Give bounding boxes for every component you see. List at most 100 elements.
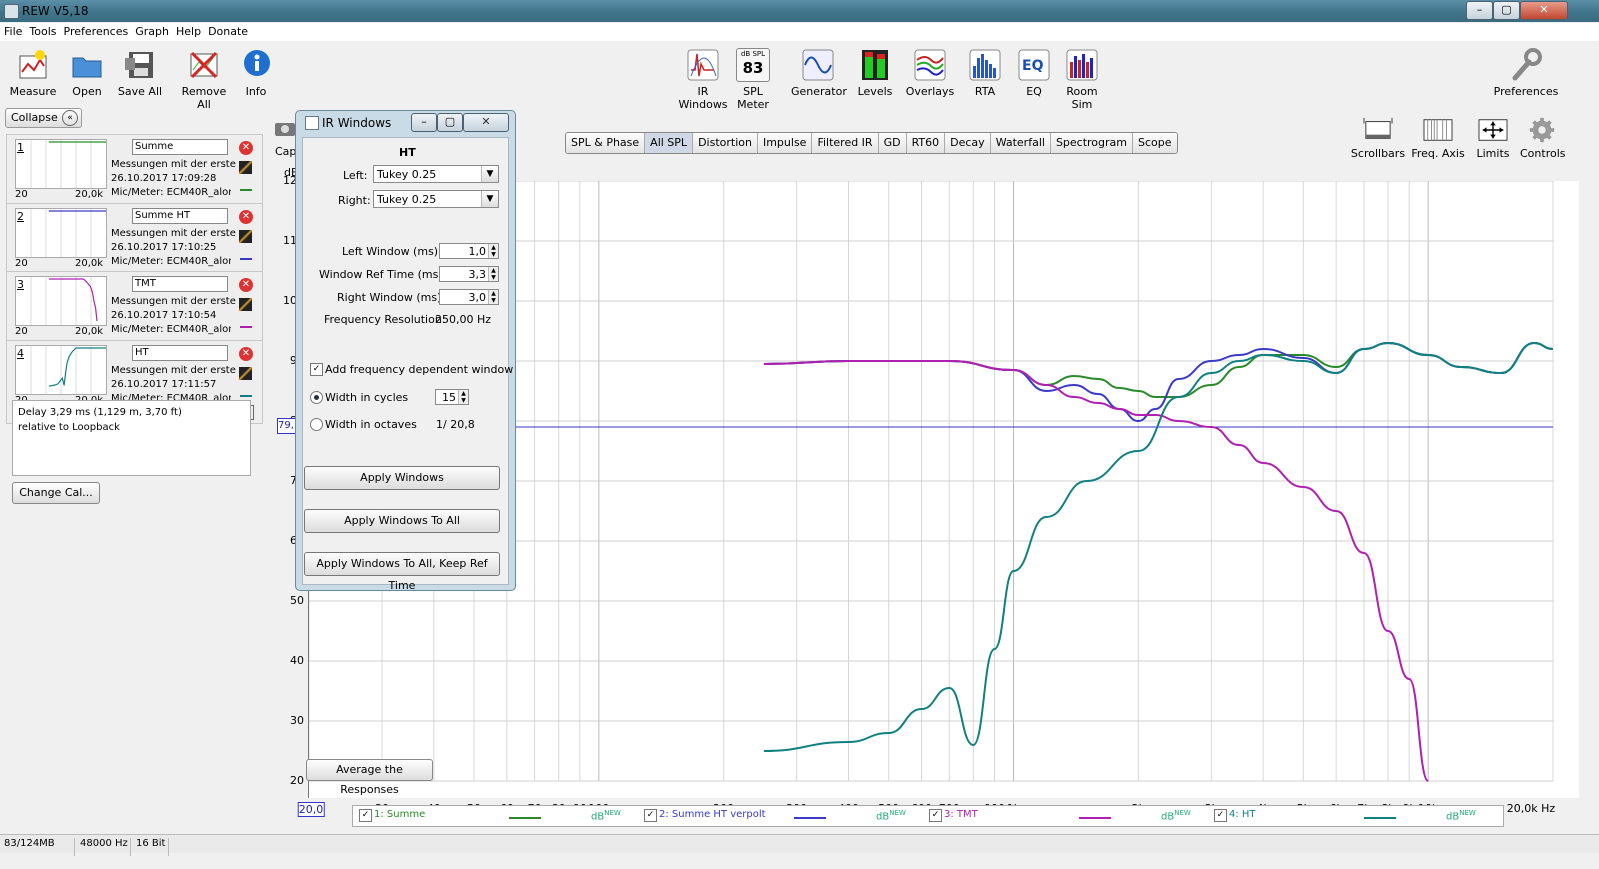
measurement-name-field[interactable]: HT bbox=[132, 345, 228, 361]
rta-button[interactable]: RTA bbox=[966, 48, 1004, 98]
tab-rt60[interactable]: RT60 bbox=[906, 133, 946, 153]
spinner-arrows-icon[interactable]: ▲ ▼ bbox=[458, 390, 468, 404]
fdw-checkbox[interactable]: ✓ bbox=[310, 363, 323, 376]
menu-help[interactable]: Help bbox=[176, 25, 201, 38]
menu-preferences[interactable]: Preferences bbox=[64, 25, 129, 38]
legend-db: dBNEW bbox=[1161, 809, 1191, 823]
measurement-thumbnail[interactable] bbox=[15, 208, 107, 258]
measurement-name-field[interactable]: Summe bbox=[132, 139, 228, 155]
menu-graph[interactable]: Graph bbox=[135, 25, 169, 38]
freq-axis-button[interactable]: Freq. Axis bbox=[1409, 116, 1467, 160]
delete-measurement-icon[interactable]: ✕ bbox=[239, 210, 253, 224]
limits-button[interactable]: Limits bbox=[1472, 116, 1514, 160]
measurement-thumbnail[interactable] bbox=[15, 276, 107, 326]
controls-button[interactable]: Controls bbox=[1520, 116, 1566, 160]
tab-impulse[interactable]: Impulse bbox=[757, 133, 813, 153]
info-button[interactable]: Info bbox=[240, 48, 272, 98]
width-octaves-radio[interactable] bbox=[310, 418, 323, 431]
dialog-close-button[interactable]: ✕ bbox=[463, 113, 509, 132]
eq-button[interactable]: EQ EQ bbox=[1015, 48, 1053, 98]
dialog-minimize-button[interactable]: – bbox=[411, 113, 437, 132]
measure-button[interactable]: Measure bbox=[8, 48, 58, 98]
tab-spl-phase[interactable]: SPL & Phase bbox=[566, 133, 646, 153]
average-responses-button[interactable]: Average the Responses bbox=[306, 759, 433, 796]
measurement-item[interactable]: 3 20 20,0k TMT Messungen mit der erste 26.10.… bbox=[6, 271, 263, 341]
legend-checkbox[interactable]: ✓ bbox=[644, 809, 657, 822]
window-ref-time-input[interactable]: 3,3 ▲ ▼ bbox=[439, 266, 499, 282]
dialog-title-bar[interactable]: IR Windows – ▢ ✕ bbox=[296, 111, 515, 133]
tab-waterfall[interactable]: Waterfall bbox=[990, 133, 1051, 153]
color-pen-icon[interactable] bbox=[240, 385, 252, 397]
capture-icon[interactable] bbox=[273, 118, 297, 138]
measurement-thumbnail[interactable] bbox=[15, 139, 107, 189]
tab-filtered-ir[interactable]: Filtered IR bbox=[812, 133, 879, 153]
change-cal-button[interactable]: Change Cal... bbox=[12, 482, 100, 504]
menu-donate[interactable]: Donate bbox=[208, 25, 248, 38]
delete-measurement-icon[interactable]: ✕ bbox=[239, 347, 253, 361]
remove-all-button[interactable]: Remove All bbox=[174, 48, 234, 111]
cycles-input[interactable]: 15 ▲ ▼ bbox=[435, 389, 469, 405]
spinner-arrows-icon[interactable]: ▲ ▼ bbox=[488, 244, 498, 258]
apply-windows-all-button[interactable]: Apply Windows To All bbox=[304, 509, 500, 533]
delete-measurement-icon[interactable]: ✕ bbox=[239, 141, 253, 155]
left-window-type-select[interactable]: Tukey 0.25 ▼ bbox=[373, 165, 499, 183]
menu-file[interactable]: File bbox=[4, 25, 22, 38]
color-pen-icon[interactable] bbox=[240, 248, 252, 260]
right-window-type-select[interactable]: Tukey 0.25 ▼ bbox=[373, 190, 499, 208]
preferences-button[interactable]: Preferences bbox=[1493, 48, 1559, 98]
legend-checkbox[interactable]: ✓ bbox=[929, 809, 942, 822]
measurement-name-field[interactable]: TMT bbox=[132, 276, 228, 292]
levels-button[interactable]: Levels bbox=[855, 48, 895, 98]
tab-distortion[interactable]: Distortion bbox=[693, 133, 758, 153]
spinner-arrows-icon[interactable]: ▲ ▼ bbox=[488, 267, 498, 281]
color-pen-icon[interactable] bbox=[240, 179, 252, 191]
generator-button[interactable]: Generator bbox=[791, 48, 847, 98]
spinner-arrows-icon[interactable]: ▲ ▼ bbox=[488, 290, 498, 304]
collapse-button[interactable]: Collapse « bbox=[5, 108, 82, 128]
maximize-button[interactable]: ▢ bbox=[1493, 1, 1520, 20]
save-all-button[interactable]: Save All bbox=[116, 48, 164, 98]
edit-notes-icon[interactable] bbox=[239, 161, 252, 174]
dialog-maximize-button[interactable]: ▢ bbox=[437, 113, 463, 132]
width-cycles-radio[interactable] bbox=[310, 391, 323, 404]
tab-scope[interactable]: Scope bbox=[1133, 133, 1177, 153]
tab-gd[interactable]: GD bbox=[878, 133, 907, 153]
tab-all-spl[interactable]: All SPL bbox=[645, 133, 694, 153]
measurement-name-field[interactable]: Summe HT verpolt bbox=[132, 208, 228, 224]
close-button[interactable]: ✕ bbox=[1520, 1, 1568, 20]
title-bar: REW V5,18 – ▢ ✕ bbox=[0, 0, 1599, 22]
legend-checkbox[interactable]: ✓ bbox=[359, 809, 372, 822]
delete-measurement-icon[interactable]: ✕ bbox=[239, 278, 253, 292]
edit-notes-icon[interactable] bbox=[239, 298, 252, 311]
thumbnail-curve bbox=[48, 347, 106, 387]
menu-tools[interactable]: Tools bbox=[29, 25, 56, 38]
tab-spectrogram[interactable]: Spectrogram bbox=[1050, 133, 1134, 153]
color-pen-icon[interactable] bbox=[240, 316, 252, 328]
right-window-input[interactable]: 3,0 ▲ ▼ bbox=[439, 289, 499, 305]
measurement-item[interactable]: 22020,0kSumme HT verpoltMessungen mit de… bbox=[6, 203, 263, 273]
edit-notes-icon[interactable] bbox=[239, 367, 252, 380]
app-icon bbox=[4, 4, 19, 19]
thumbnail-curve bbox=[48, 278, 98, 322]
edit-notes-icon[interactable] bbox=[239, 230, 252, 243]
open-button[interactable]: Open bbox=[66, 48, 108, 98]
measurement-item[interactable]: 1 20 20,0k Summe Messungen mit der erste 26.1… bbox=[6, 134, 263, 204]
ir-windows-button[interactable]: IR Windows bbox=[673, 48, 733, 111]
overlays-button[interactable]: Overlays bbox=[905, 48, 955, 98]
legend-label: 3: TMT bbox=[944, 809, 978, 820]
thumbnail-graph bbox=[30, 346, 106, 394]
spl-meter-button[interactable]: dB SPL 83 SPL Meter bbox=[728, 48, 778, 111]
apply-windows-button[interactable]: Apply Windows bbox=[304, 466, 500, 490]
apply-windows-all-keep-ref-button[interactable]: Apply Windows To All, Keep Ref Time bbox=[304, 552, 500, 592]
info-icon bbox=[244, 50, 270, 76]
room-sim-button[interactable]: Room Sim bbox=[1056, 48, 1108, 111]
measurement-thumbnail[interactable] bbox=[15, 345, 107, 395]
minimize-button[interactable]: – bbox=[1466, 1, 1493, 20]
y-tick-label: 40 bbox=[290, 654, 304, 667]
tab-decay[interactable]: Decay bbox=[945, 133, 991, 153]
left-window-input[interactable]: 1,0 ▲ ▼ bbox=[439, 243, 499, 259]
measurement-notes[interactable]: Delay 3,29 ms (1,129 m, 3,70 ft) relativ… bbox=[12, 400, 251, 476]
legend-db: dBNEW bbox=[1446, 809, 1476, 823]
legend-checkbox[interactable]: ✓ bbox=[1214, 809, 1227, 822]
scrollbars-button[interactable]: Scrollbars bbox=[1350, 116, 1406, 160]
